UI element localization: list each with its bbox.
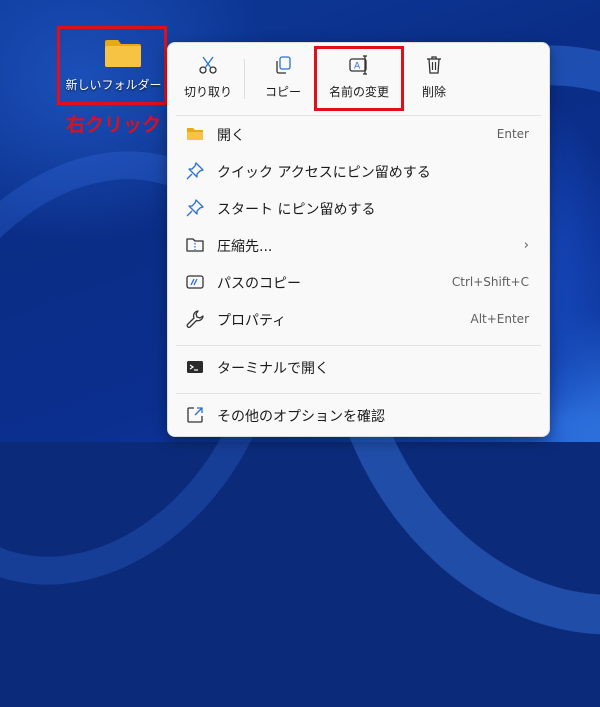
copy-path-icon bbox=[186, 275, 204, 289]
trash-icon bbox=[427, 56, 441, 74]
delete-button[interactable]: 削除 bbox=[408, 51, 460, 109]
pin-icon bbox=[186, 162, 204, 180]
chevron-right-icon: › bbox=[523, 238, 529, 253]
menu-item-pin-quick-access[interactable]: クイック アクセスにピン留めする bbox=[168, 153, 549, 189]
menu-divider bbox=[176, 345, 541, 346]
zip-folder-icon bbox=[186, 238, 204, 252]
menu-item-open[interactable]: 開く Enter bbox=[168, 116, 549, 152]
menu-item-properties[interactable]: プロパティ Alt+Enter bbox=[168, 301, 549, 337]
menu-item-more-options[interactable]: その他のオプションを確認 bbox=[168, 397, 549, 433]
menu-item-copy-path[interactable]: パスのコピー Ctrl+Shift+C bbox=[168, 264, 549, 300]
folder-highlight-box bbox=[57, 26, 167, 105]
rename-highlight-box bbox=[314, 46, 404, 111]
cut-button[interactable]: 切り取り bbox=[178, 51, 238, 109]
copy-icon bbox=[276, 56, 291, 74]
folder-open-icon bbox=[187, 128, 203, 140]
menu-item-open-terminal[interactable]: ターミナルで開く bbox=[168, 349, 549, 385]
menu-item-pin-start[interactable]: スタート にピン留めする bbox=[168, 190, 549, 226]
right-click-annotation: 右クリック bbox=[66, 114, 162, 136]
menu-item-compress-to[interactable]: 圧縮先... › bbox=[168, 227, 549, 263]
terminal-icon bbox=[187, 361, 203, 373]
toolbar-separator bbox=[244, 59, 245, 99]
menu-divider bbox=[176, 393, 541, 394]
wrench-icon bbox=[186, 310, 204, 328]
copy-button[interactable]: コピー bbox=[256, 51, 310, 109]
scissors-icon bbox=[199, 56, 217, 74]
more-options-icon bbox=[187, 407, 203, 423]
pin-icon bbox=[186, 199, 204, 217]
